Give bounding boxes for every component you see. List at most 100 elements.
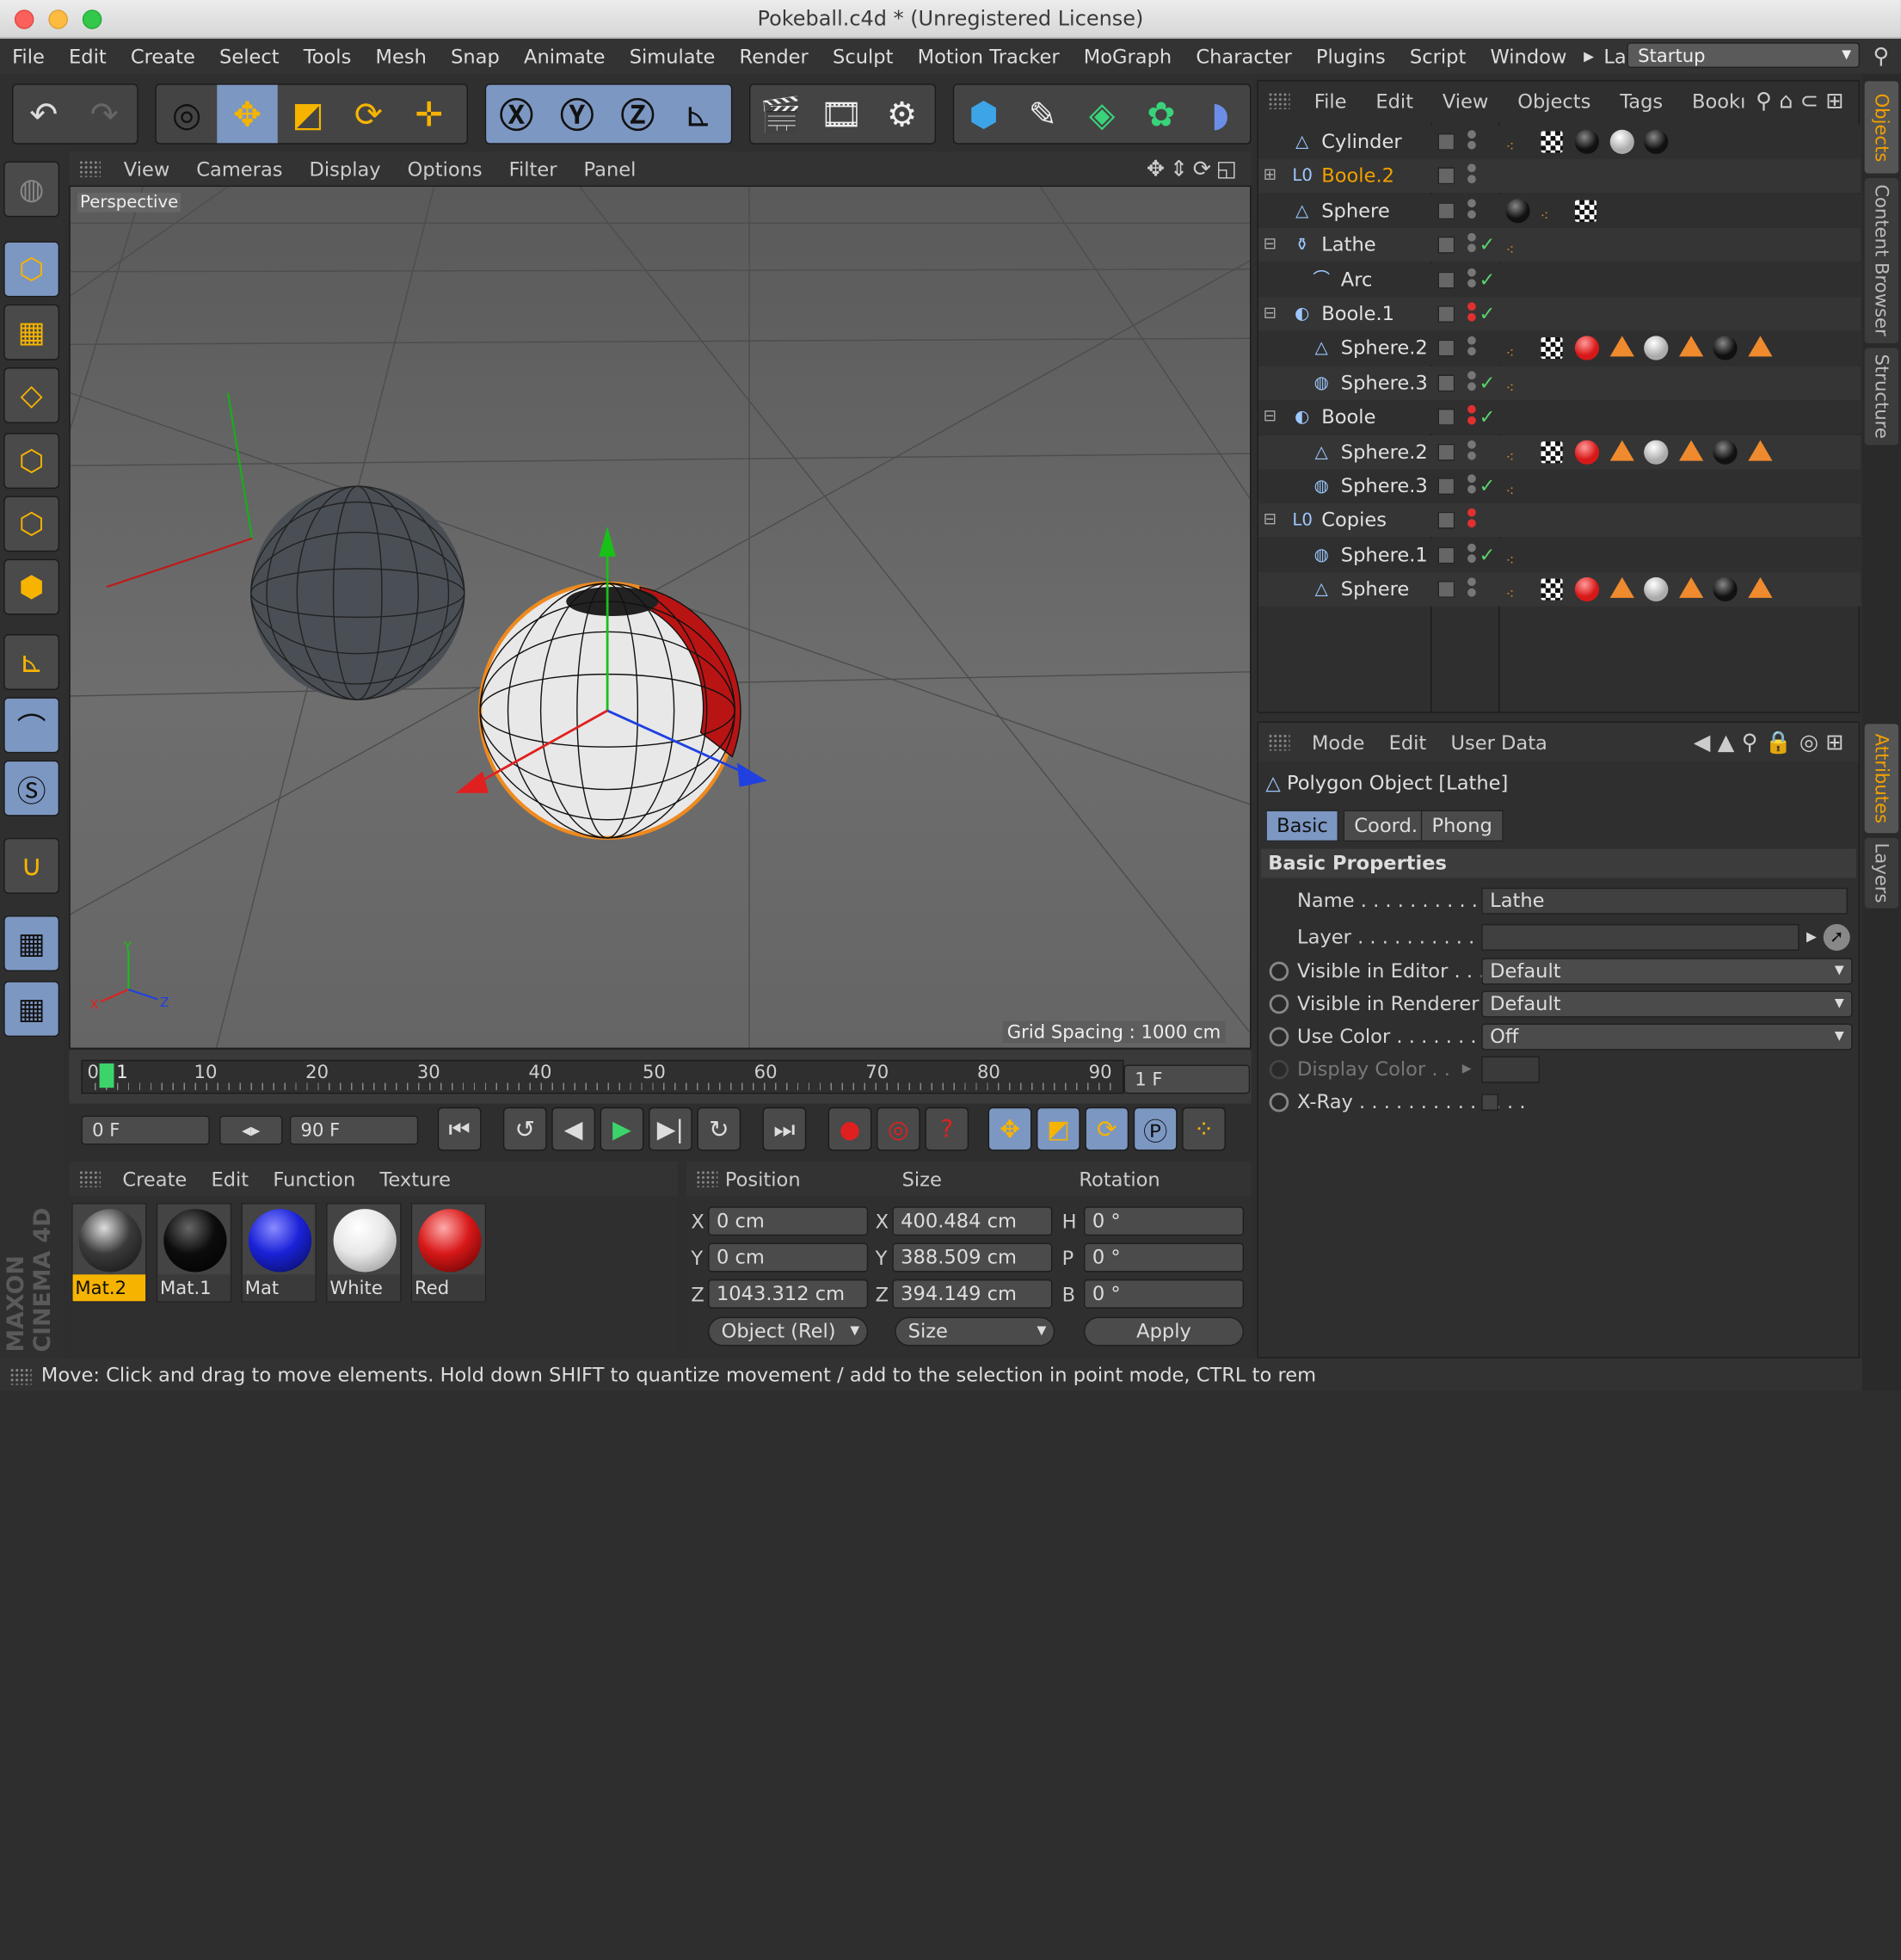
collapse-icon[interactable]: ⊟ — [1264, 297, 1277, 330]
zoom-window-button[interactable] — [82, 9, 102, 29]
enabled-check-icon[interactable]: ✓ — [1479, 228, 1495, 262]
object-row[interactable]: △ Cylinder ● ● ⁖ — [1258, 125, 1861, 159]
start-frame-field[interactable]: 0 F — [81, 1115, 210, 1145]
redo-icon[interactable]: ↷ — [74, 85, 134, 144]
go-to-end-icon[interactable]: ⏭ — [762, 1106, 807, 1151]
object-name[interactable]: Sphere.3 — [1341, 469, 1428, 502]
record-keys-icon[interactable]: ● — [827, 1106, 872, 1151]
texture-tag-icon[interactable]: ⁖ — [1505, 336, 1529, 362]
material-swatch[interactable]: White — [326, 1203, 402, 1303]
material-swatch[interactable]: Mat — [241, 1203, 317, 1303]
next-key-icon[interactable]: ↻ — [697, 1106, 741, 1151]
layer-arrow-icon[interactable]: ▶ — [1806, 921, 1817, 953]
pokeball-object[interactable] — [455, 526, 768, 841]
panel-grip-icon[interactable] — [1268, 92, 1290, 109]
texture-tag-icon[interactable]: ⁖ — [1505, 543, 1529, 569]
previous-frame-icon[interactable]: ◀ — [551, 1106, 596, 1151]
layer-visibility-icon[interactable] — [1437, 374, 1455, 391]
enabled-check-icon[interactable]: ✓ — [1479, 400, 1495, 434]
uvw-tag-icon[interactable] — [1540, 441, 1563, 463]
material-swatch[interactable]: Mat.1 — [156, 1203, 232, 1303]
layer-visibility-icon[interactable] — [1437, 409, 1455, 426]
key-position-icon[interactable]: ✥ — [987, 1106, 1032, 1151]
next-frame-icon[interactable]: ▶| — [649, 1106, 692, 1151]
layer-visibility-icon[interactable] — [1437, 340, 1455, 357]
menu-mograph[interactable]: MoGraph — [1072, 45, 1184, 68]
go-to-start-icon[interactable]: ⏮ — [437, 1106, 482, 1151]
material-tag-icon[interactable] — [1574, 129, 1599, 154]
visibility-dots-icon[interactable]: ● ● — [1467, 267, 1476, 289]
object-row[interactable]: ⌒ Arc ● ● ✓ — [1258, 262, 1861, 297]
object-name[interactable]: Sphere.3 — [1341, 366, 1428, 399]
material-tag-icon[interactable] — [1505, 198, 1530, 224]
end-frame-field[interactable]: 90 F — [289, 1115, 419, 1145]
vp-menu-panel[interactable]: Panel — [570, 157, 649, 181]
visible-editor-dropdown[interactable]: Default ▼ — [1481, 958, 1853, 985]
tab-attributes[interactable]: Attributes — [1864, 724, 1899, 834]
object-name[interactable]: Sphere.1 — [1341, 538, 1428, 571]
menu-script[interactable]: Script — [1398, 45, 1479, 68]
uvw-tag-icon[interactable] — [1540, 337, 1563, 360]
mat-menu-create[interactable]: Create — [110, 1168, 199, 1191]
range-slider[interactable]: ◂▸ — [219, 1115, 283, 1145]
menu-select[interactable]: Select — [207, 45, 292, 68]
object-name[interactable]: Lathe — [1321, 228, 1375, 262]
render-picture-viewer-icon[interactable]: 🎞 — [811, 85, 871, 144]
visibility-dots-icon[interactable]: ● ● — [1467, 163, 1476, 186]
points-mode-icon[interactable]: ⬡ — [3, 433, 60, 489]
texture-tag-icon[interactable]: ⁖ — [1505, 577, 1529, 603]
search-icon[interactable]: ⚲ — [1873, 44, 1890, 70]
visibility-dots-icon[interactable]: ● ● — [1467, 232, 1476, 255]
panel-grip-icon[interactable] — [9, 1367, 32, 1384]
vp-menu-view[interactable]: View — [110, 157, 183, 181]
material-tag-icon[interactable] — [1644, 577, 1669, 602]
texture-tag-icon[interactable]: ⁖ — [1505, 440, 1529, 465]
vp-menu-filter[interactable]: Filter — [495, 157, 570, 181]
phong-tag-icon[interactable] — [1747, 577, 1772, 599]
apply-button[interactable]: Apply — [1084, 1316, 1245, 1347]
menu-overflow-arrow-icon[interactable]: ▶ — [1579, 48, 1599, 64]
coordinate-mode-dropdown[interactable]: Object (Rel) ▼ — [708, 1316, 869, 1347]
cube-primitive-icon[interactable]: ⬢ — [954, 85, 1013, 144]
edges-mode-icon[interactable]: ⬡ — [3, 496, 60, 552]
key-rotation-icon[interactable]: ⟳ — [1085, 1106, 1129, 1151]
rotation-b-field[interactable]: 0 ° — [1084, 1279, 1245, 1309]
animate-radio[interactable] — [1269, 994, 1289, 1014]
menu-create[interactable]: Create — [119, 45, 207, 68]
pen-spline-icon[interactable]: ✎ — [1013, 85, 1073, 144]
layer-visibility-icon[interactable] — [1437, 478, 1455, 496]
phong-tag-icon[interactable] — [1678, 336, 1703, 357]
layer-visibility-icon[interactable] — [1437, 581, 1455, 599]
tab-phong[interactable]: Phong — [1420, 810, 1504, 842]
x-axis-lock-icon[interactable]: Ⓧ — [486, 85, 546, 144]
tab-structure[interactable]: Structure — [1864, 348, 1899, 446]
mat-menu-texture[interactable]: Texture — [367, 1168, 463, 1191]
subdivision-icon[interactable]: ◈ — [1073, 85, 1132, 144]
collapse-icon[interactable]: ⊟ — [1264, 228, 1277, 262]
menu-edit[interactable]: Edit — [57, 45, 119, 68]
object-row[interactable]: △ Sphere ● ● ⁖ — [1258, 572, 1861, 607]
object-name[interactable]: Boole.2 — [1321, 159, 1394, 193]
z-axis-lock-icon[interactable]: Ⓩ — [607, 85, 668, 144]
object-row[interactable]: ⊟ L0 Copies ● ● — [1258, 503, 1861, 538]
object-name[interactable]: Copies — [1321, 503, 1387, 537]
vp-menu-cameras[interactable]: Cameras — [183, 157, 296, 181]
playhead[interactable] — [99, 1063, 114, 1088]
enabled-check-icon[interactable]: ✓ — [1479, 262, 1495, 296]
om-toolbar-icons[interactable]: ⚲⌂⊂⊞ — [1756, 88, 1851, 114]
uvw-tag-icon[interactable] — [1540, 578, 1563, 601]
am-menu-mode[interactable]: Mode — [1300, 730, 1377, 754]
layer-pick-icon[interactable]: ➚ — [1823, 923, 1850, 951]
material-tag-icon[interactable] — [1609, 129, 1634, 154]
material-tag-icon[interactable] — [1713, 336, 1738, 361]
material-tag-icon[interactable] — [1713, 440, 1738, 465]
layout-dropdown[interactable]: Startup ▼ — [1627, 42, 1861, 68]
enabled-check-icon[interactable]: ✓ — [1479, 366, 1495, 399]
key-parameter-icon[interactable]: Ⓟ — [1133, 1106, 1178, 1151]
rotation-p-field[interactable]: 0 ° — [1084, 1242, 1245, 1273]
size-mode-dropdown[interactable]: Size ▼ — [895, 1316, 1055, 1347]
material-tag-icon[interactable] — [1574, 577, 1599, 602]
layer-visibility-icon[interactable] — [1437, 271, 1455, 288]
enabled-check-icon[interactable]: ✓ — [1479, 538, 1495, 571]
collapse-icon[interactable]: ⊟ — [1264, 400, 1277, 434]
